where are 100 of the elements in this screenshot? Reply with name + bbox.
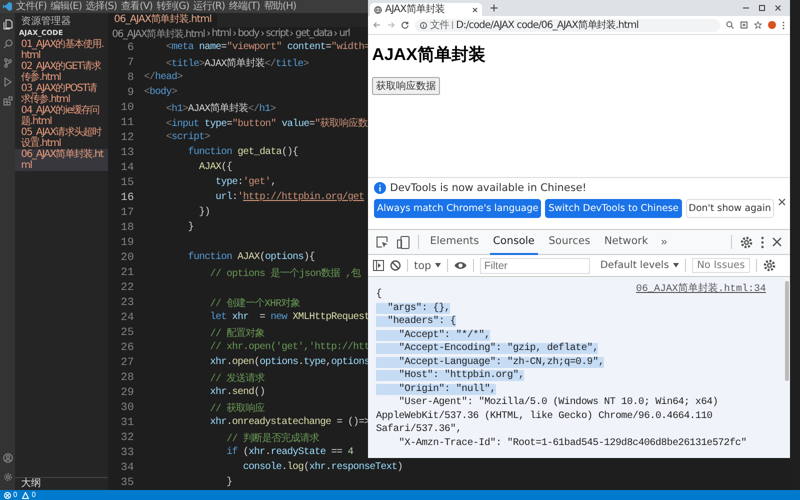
code-line: <meta name="viewport" content="width= xyxy=(165,42,370,53)
scrollbar[interactable] xyxy=(785,281,789,381)
account-icon[interactable] xyxy=(2,453,12,463)
warning-icon[interactable] xyxy=(22,492,30,498)
devtools-tab[interactable]: Network xyxy=(601,229,652,255)
levels-dropdown[interactable]: Default levels xyxy=(596,260,679,271)
code-line: <script> xyxy=(165,132,210,143)
code-line: type:'get', xyxy=(214,177,276,188)
breadcrumb-item[interactable]: script xyxy=(266,28,288,39)
banner-button[interactable]: Switch DevTools to Chinese xyxy=(545,199,682,218)
breadcrumb-item[interactable]: 06_AJAX简单封装.html xyxy=(112,26,205,40)
menu-item[interactable]: 编辑(E) xyxy=(50,0,82,12)
menu-item[interactable]: 查看(V) xyxy=(120,0,152,12)
back-arrow-icon[interactable] xyxy=(373,21,381,29)
close-icon[interactable] xyxy=(772,237,782,247)
line-number: 17 xyxy=(120,206,134,218)
menu-item[interactable]: 运行(R) xyxy=(193,0,225,12)
info-icon[interactable] xyxy=(420,22,427,28)
more-tabs-button[interactable]: » xyxy=(659,234,670,250)
file-item[interactable]: 06_AJAX简单封装.html xyxy=(15,149,108,171)
inspect-icon[interactable] xyxy=(376,236,389,248)
file-item[interactable]: 04_AJAX的ie缓存问题.html xyxy=(15,105,108,127)
line-number: 20 xyxy=(120,252,134,264)
settings-icon[interactable] xyxy=(762,259,776,272)
code-line: <input type="button" value="获取响应数 xyxy=(165,116,368,130)
settings-icon[interactable] xyxy=(740,236,753,248)
banner-button[interactable]: Don't show again xyxy=(686,199,774,218)
clear-icon[interactable] xyxy=(390,260,401,271)
console-line: Safari/537.36", xyxy=(376,424,462,435)
address-bar[interactable]: 文件 D:/code/AJAX code/06_AJAX简单封装.html xyxy=(415,18,720,32)
file-item[interactable]: 03_AJAX的POST请求传参.html xyxy=(15,83,108,105)
file-item[interactable]: 02_AJAX的GET请求传参.html xyxy=(15,61,108,83)
line-number: 22 xyxy=(120,282,134,294)
devtools-tab[interactable]: Console xyxy=(490,229,538,255)
new-tab-icon[interactable] xyxy=(490,4,498,12)
code-line: function get_data(){ xyxy=(187,147,298,158)
code-line: <h1>AJAX简单封装</h1> xyxy=(165,102,276,114)
files-icon[interactable] xyxy=(2,19,12,30)
close-icon[interactable] xyxy=(778,198,786,206)
caret-icon xyxy=(435,263,442,268)
line-number: 23 xyxy=(120,296,134,308)
menu-item[interactable]: 帮助(H) xyxy=(264,0,296,12)
sidebar-toggle-icon[interactable] xyxy=(373,260,384,271)
issues-button[interactable]: No Issues xyxy=(692,258,750,273)
kebab-menu-icon[interactable] xyxy=(761,236,764,248)
line-number: 9 xyxy=(126,86,134,98)
code-line: // 配置对象 xyxy=(209,326,265,340)
breadcrumb-item[interactable]: get_data xyxy=(295,28,332,39)
line-number: 33 xyxy=(120,446,134,458)
breadcrumb-item[interactable]: url xyxy=(339,28,350,39)
file-item[interactable]: 01_AJAX的基本使用.html xyxy=(15,39,108,61)
line-number: 25 xyxy=(120,326,134,338)
line-number: 31 xyxy=(120,416,134,428)
menu-item[interactable]: 转到(G) xyxy=(156,0,190,12)
line-number: 32 xyxy=(120,432,134,444)
avatar[interactable] xyxy=(768,21,776,29)
breadcrumb-item[interactable]: body xyxy=(238,28,259,39)
console-line: "User-Agent": "Mozilla/5.0 (Windows NT 10.0; Win64; x64) xyxy=(398,397,718,408)
close-icon[interactable] xyxy=(774,4,782,12)
browser-tab[interactable]: AJAX简单封装 xyxy=(370,3,482,16)
filter-field[interactable]: Filter xyxy=(480,258,590,274)
source-link[interactable]: 06_AJAX简单封装.html:34 xyxy=(636,281,766,295)
menu-item[interactable]: 文件(F) xyxy=(16,0,47,12)
code-line: // 判断是否完成请求 xyxy=(226,432,320,444)
zoom-icon[interactable] xyxy=(726,21,734,29)
file-item[interactable]: 05_AJAX请求头超时设置.html xyxy=(15,127,108,149)
code-line: function AJAX(options){ xyxy=(187,252,315,263)
code-line: // 获取响应 xyxy=(209,402,265,414)
line-number: 13 xyxy=(120,146,134,158)
reload-icon[interactable] xyxy=(401,21,409,29)
line-number: 21 xyxy=(120,266,134,278)
app-logo-icon xyxy=(3,2,12,11)
devtools-tab[interactable]: Sources xyxy=(546,229,594,255)
menu-item[interactable]: 选择(S) xyxy=(86,0,117,12)
banner-button[interactable]: Always match Chrome's language xyxy=(374,199,542,218)
line-number: 15 xyxy=(120,176,134,188)
chevron-icon xyxy=(334,31,338,36)
branch-icon[interactable] xyxy=(2,58,12,68)
kebab-menu-icon[interactable] xyxy=(782,20,785,30)
close-icon[interactable] xyxy=(472,6,478,12)
error-icon[interactable] xyxy=(4,492,11,498)
editor-tab[interactable]: 06_AJAX简单封装.html xyxy=(108,13,218,27)
code-line: } xyxy=(226,477,232,488)
context-dropdown[interactable]: top xyxy=(414,260,442,272)
debug-icon[interactable] xyxy=(2,77,12,87)
menu-item[interactable]: 终端(T) xyxy=(228,0,260,12)
search-icon[interactable] xyxy=(2,39,12,49)
breadcrumb-item[interactable]: html xyxy=(212,28,231,39)
device-icon[interactable] xyxy=(397,236,410,248)
devtools-tab[interactable]: Elements xyxy=(427,229,482,255)
fetch-button[interactable]: 获取响应数据 xyxy=(372,77,440,95)
maximize-icon[interactable] xyxy=(758,4,766,12)
code-line: } xyxy=(187,222,194,233)
code-line: </head> xyxy=(144,72,183,83)
eye-icon[interactable] xyxy=(454,261,468,270)
settings-icon[interactable] xyxy=(2,472,12,482)
share-icon[interactable] xyxy=(740,21,748,29)
star-icon[interactable] xyxy=(754,21,762,29)
line-number: 30 xyxy=(120,402,134,414)
extensions-icon[interactable] xyxy=(2,96,12,106)
